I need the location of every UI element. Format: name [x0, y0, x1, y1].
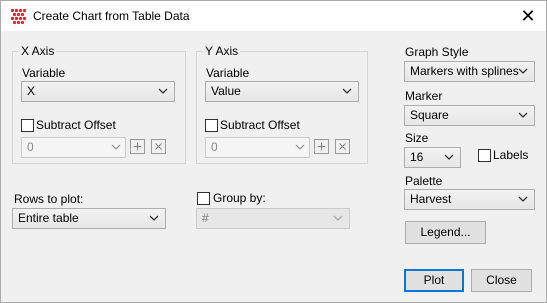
y-variable-select[interactable]: Value — [205, 81, 359, 102]
y-variable-value: Value — [211, 84, 241, 98]
marker-value: Square — [410, 108, 449, 122]
group-by-label: Group by: — [213, 191, 266, 205]
y-subtract-offset-label: Subtract Offset — [220, 118, 300, 132]
title-bar: Create Chart from Table Data ✕ — [1, 1, 546, 31]
rows-to-plot-label: Rows to plot: — [14, 192, 84, 206]
x-variable-value: X — [27, 84, 36, 98]
graph-style-value: Markers with splines — [410, 64, 519, 78]
chevron-down-icon — [518, 68, 528, 74]
rows-to-plot-select[interactable]: Entire table — [12, 208, 166, 229]
legend-button[interactable]: Legend... — [405, 221, 486, 244]
y-axis-group-title: Y Axis — [203, 44, 241, 58]
x-offset-value: 0 — [27, 140, 34, 154]
chevron-down-icon — [333, 215, 343, 221]
x-add-offset-icon — [130, 139, 145, 154]
x-variable-select[interactable]: X — [21, 81, 175, 102]
palette-select[interactable]: Harvest — [404, 189, 535, 210]
x-clear-offset-icon — [151, 139, 166, 154]
group-by-value: # — [202, 211, 209, 225]
x-subtract-offset-label: Subtract Offset — [36, 118, 116, 132]
chevron-down-icon — [444, 154, 454, 160]
close-icon: ✕ — [520, 5, 536, 26]
plot-button[interactable]: Plot — [404, 269, 464, 292]
app-icon — [10, 8, 27, 25]
chevron-down-icon — [518, 196, 528, 202]
window-title: Create Chart from Table Data — [33, 9, 190, 23]
y-add-offset-icon — [314, 139, 329, 154]
x-variable-label: Variable — [22, 66, 66, 80]
x-offset-combo: 0 — [21, 137, 126, 158]
labels-checkbox-label: Labels — [493, 148, 529, 162]
rows-to-plot-value: Entire table — [18, 211, 79, 225]
graph-style-label: Graph Style — [405, 45, 469, 59]
group-by-checkbox[interactable] — [197, 192, 210, 205]
x-axis-group-title: X Axis — [19, 44, 57, 58]
chevron-down-icon — [295, 144, 305, 150]
palette-value: Harvest — [410, 192, 452, 206]
dialog-window: Create Chart from Table Data ✕ X Axis Va… — [0, 0, 547, 303]
size-select[interactable]: 16 — [404, 147, 461, 168]
chevron-down-icon — [518, 112, 528, 118]
close-button[interactable]: Close — [471, 269, 532, 292]
x-subtract-offset-checkbox[interactable] — [21, 119, 34, 132]
chevron-down-icon — [111, 144, 121, 150]
labels-checkbox[interactable] — [478, 149, 491, 162]
y-variable-label: Variable — [206, 66, 250, 80]
close-window-button[interactable]: ✕ — [510, 1, 546, 31]
size-label: Size — [405, 131, 429, 145]
size-value: 16 — [410, 150, 424, 164]
chevron-down-icon — [149, 215, 159, 221]
chevron-down-icon — [158, 88, 168, 94]
chevron-down-icon — [342, 88, 352, 94]
marker-label: Marker — [405, 89, 443, 103]
y-clear-offset-icon — [335, 139, 350, 154]
graph-style-select[interactable]: Markers with splines — [404, 61, 535, 82]
y-offset-combo: 0 — [205, 137, 310, 158]
y-offset-value: 0 — [211, 140, 218, 154]
group-by-select: # — [196, 208, 350, 229]
marker-select[interactable]: Square — [404, 105, 535, 126]
y-subtract-offset-checkbox[interactable] — [205, 119, 218, 132]
palette-label: Palette — [405, 174, 443, 188]
